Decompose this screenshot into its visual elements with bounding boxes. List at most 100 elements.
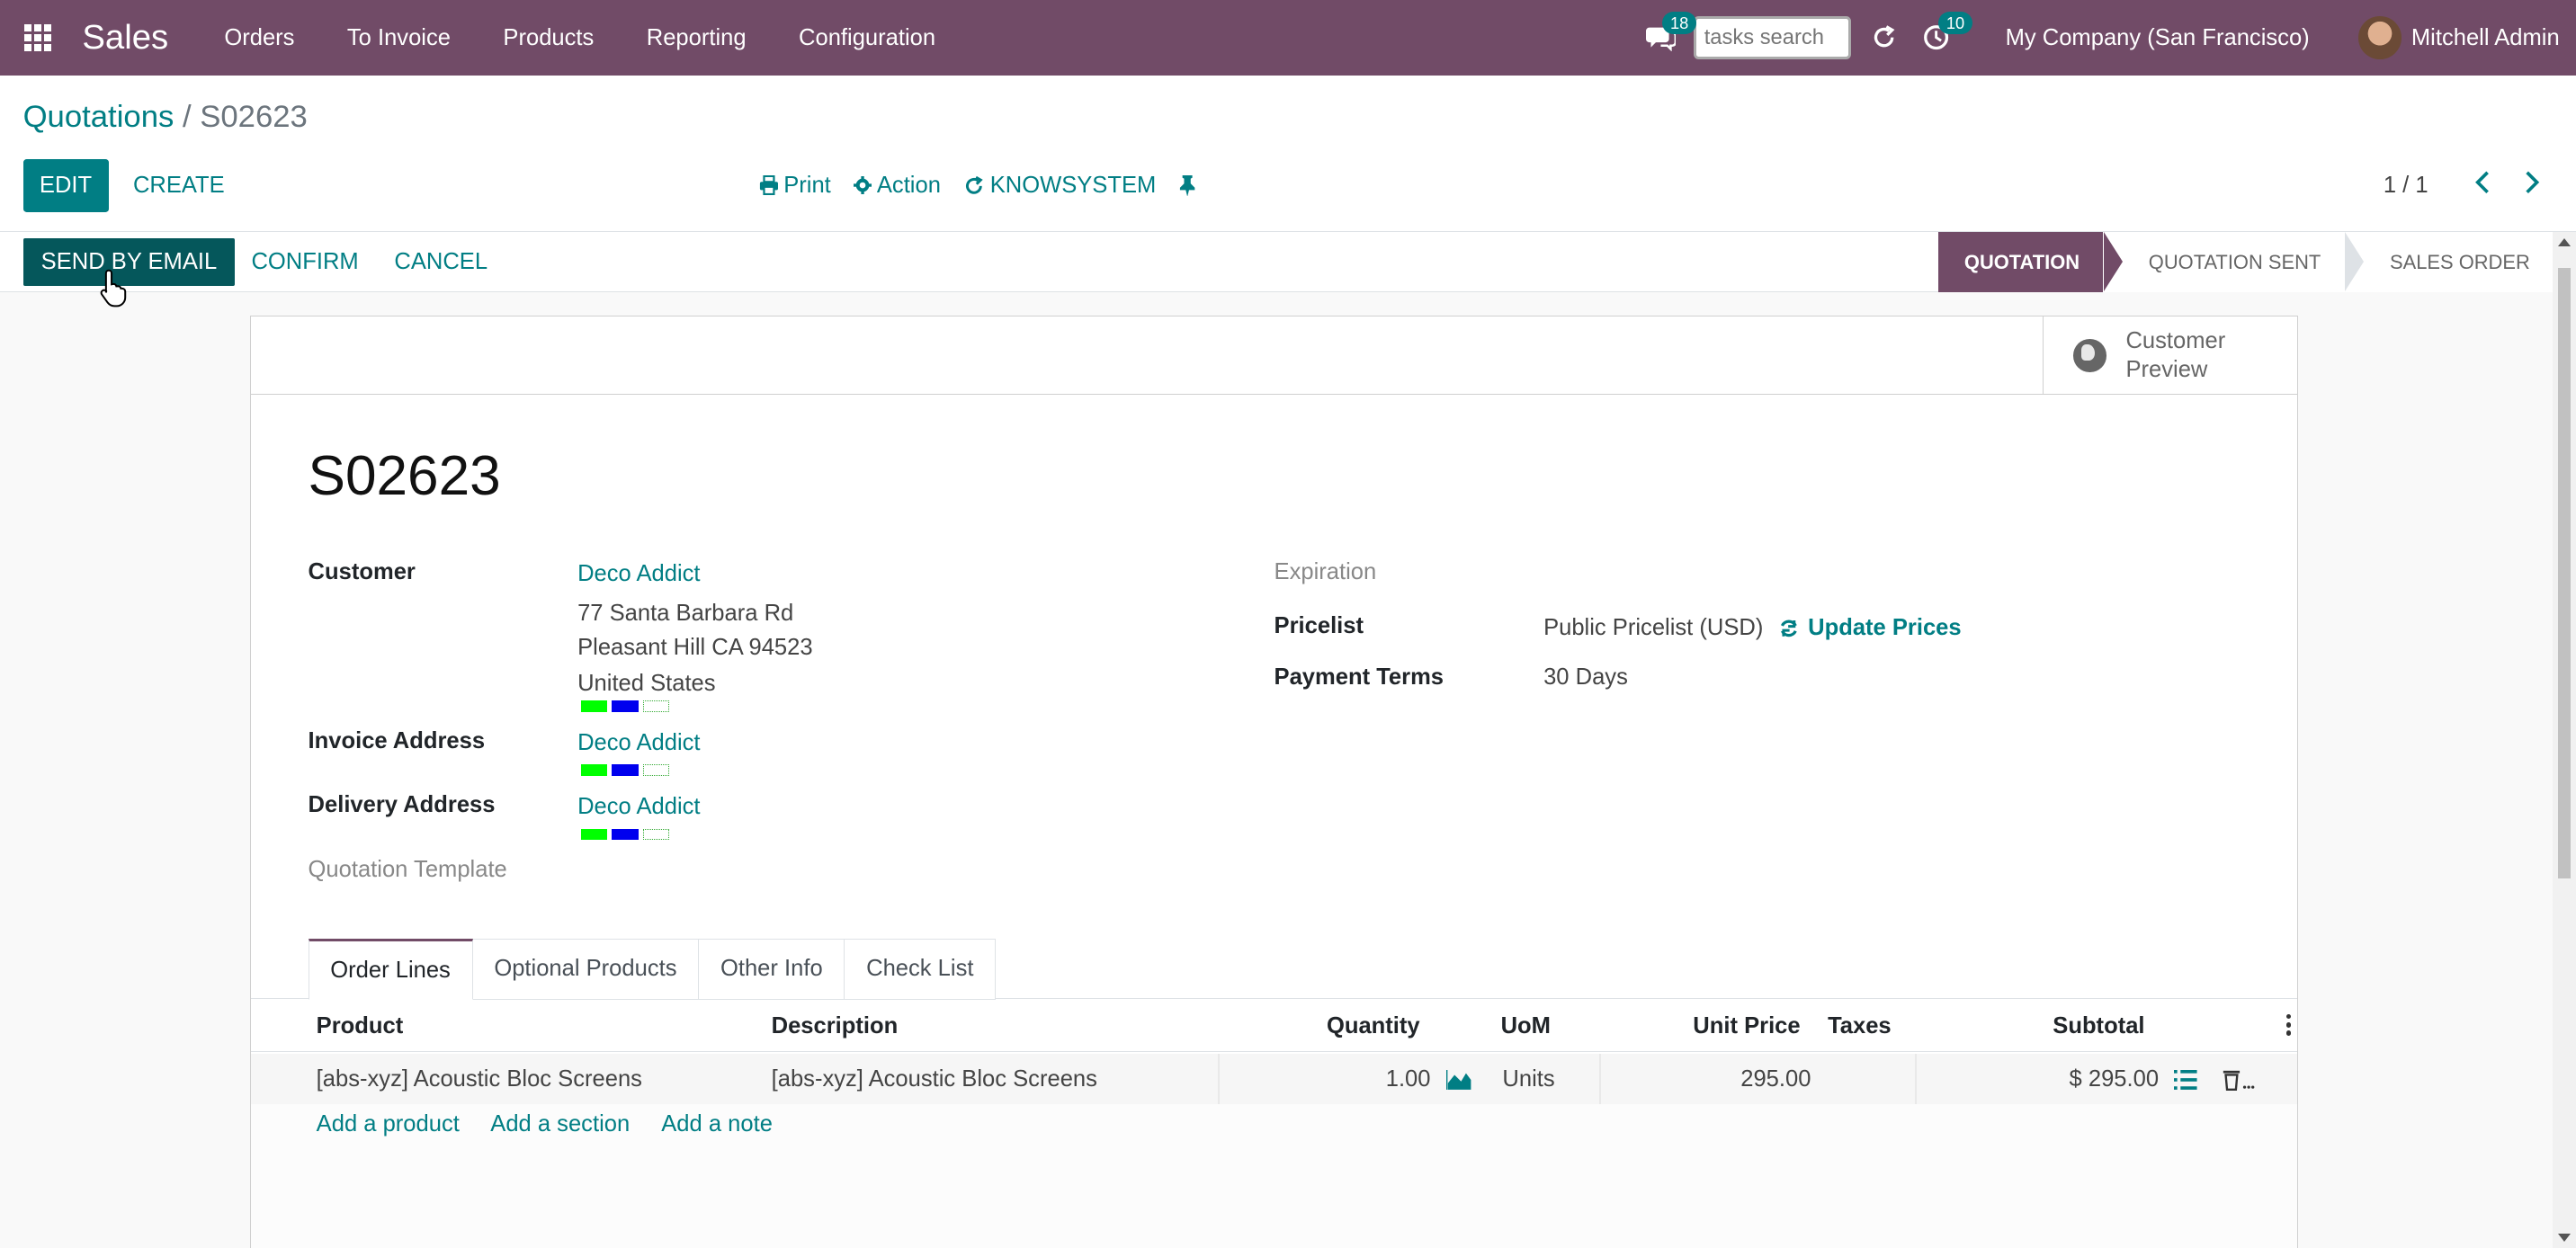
column-description[interactable]: Description (772, 1000, 899, 1052)
thumbtack-icon (1179, 174, 1195, 197)
invoice-address-tags (580, 764, 670, 777)
column-product[interactable]: Product (317, 1000, 404, 1052)
invoice-address-field[interactable]: Deco Addict (577, 730, 700, 756)
column-taxes[interactable]: Taxes (1828, 1000, 1892, 1052)
messages-button[interactable]: 18 (1634, 0, 1697, 76)
column-divider (1599, 1053, 1601, 1105)
pager-value[interactable]: 1 / 1 (2384, 159, 2428, 211)
activities-badge: 10 (1937, 11, 1973, 35)
menu-products[interactable]: Products (477, 0, 620, 76)
table-row[interactable]: [abs-xyz] Acoustic Bloc Screens [abs-xyz… (250, 1053, 2298, 1105)
add-note-link[interactable]: Add a note (661, 1111, 773, 1137)
column-uom[interactable]: UoM (1501, 1000, 1551, 1052)
user-avatar[interactable] (2358, 16, 2402, 59)
line-quantity[interactable]: 1.00 (1386, 1054, 1431, 1105)
optional-columns-icon[interactable] (2285, 1013, 2291, 1036)
breadcrumb: Quotations / S02623 (23, 100, 308, 135)
payment-terms-field[interactable]: 30 Days (1543, 664, 1628, 691)
user-menu[interactable]: Mitchell Admin (2411, 25, 2560, 51)
cancel-button[interactable]: CANCEL (394, 238, 487, 286)
action-button[interactable]: Action (854, 173, 941, 199)
customer-address-line1: 77 Santa Barbara Rd (577, 600, 794, 626)
knowsystem-label: KNOWSYSTEM (989, 172, 1157, 198)
chevron-right-icon (2525, 171, 2539, 193)
delivery-address-tags (580, 828, 670, 841)
pager-previous-button[interactable] (2474, 159, 2491, 211)
add-product-link[interactable]: Add a product (317, 1111, 460, 1137)
customer-preview-label-line1: Customer (2125, 328, 2226, 354)
knowsystem-tool-button[interactable]: KNOWSYSTEM (963, 173, 1156, 199)
tab-order-lines[interactable]: Order Lines (308, 938, 473, 1000)
add-section-link[interactable]: Add a section (490, 1111, 630, 1137)
line-product[interactable]: [abs-xyz] Acoustic Bloc Screens (317, 1054, 642, 1105)
menu-reporting[interactable]: Reporting (621, 0, 773, 76)
trash-icon[interactable] (2222, 1054, 2255, 1105)
expiration-label: Expiration (1274, 559, 1377, 584)
stage-quotation[interactable]: QUOTATION (1937, 231, 2123, 293)
quotation-template-label: Quotation Template (308, 856, 507, 882)
breadcrumb-separator: / (182, 100, 192, 135)
page-scrollbar[interactable] (2553, 231, 2576, 1248)
pin-button[interactable] (1179, 174, 1195, 197)
pricelist-label: Pricelist (1274, 613, 1364, 639)
list-details-icon[interactable] (2174, 1054, 2198, 1105)
refresh-icon (966, 175, 984, 194)
gear-icon (854, 176, 872, 195)
breadcrumb-current: S02623 (200, 100, 308, 135)
edit-button[interactable]: EDIT (22, 159, 109, 212)
tab-other-info[interactable]: Other Info (699, 938, 845, 1000)
column-divider (1218, 1053, 1221, 1105)
create-button[interactable]: CREATE (133, 159, 225, 211)
column-unit-price[interactable]: Unit Price (1693, 1000, 1800, 1052)
scroll-up-arrow-icon[interactable] (2557, 237, 2571, 246)
pager-next-button[interactable] (2524, 159, 2540, 211)
knowsystem-button[interactable] (1857, 0, 1910, 76)
notebook-tabs: Order Lines Optional Products Other Info… (308, 938, 997, 1000)
refresh-icon (1874, 25, 1895, 48)
customer-address-line3: United States (577, 671, 716, 697)
stage-sales-order[interactable]: SALES ORDER (2343, 231, 2554, 293)
customer-preview-label-line2: Preview (2125, 356, 2208, 382)
column-divider (1914, 1053, 1917, 1105)
breadcrumb-quotations[interactable]: Quotations (23, 100, 174, 134)
add-line-row: Add a product Add a section Add a note (250, 1104, 2298, 1248)
line-unit-price[interactable]: 295.00 (1740, 1054, 1811, 1105)
line-uom[interactable]: Units (1502, 1054, 1554, 1105)
apps-menu-icon[interactable] (0, 0, 76, 76)
forecast-chart-icon[interactable] (1445, 1054, 1472, 1105)
line-description[interactable]: [abs-xyz] Acoustic Bloc Screens (772, 1054, 1097, 1105)
confirm-button[interactable]: CONFIRM (251, 238, 358, 286)
scroll-down-arrow-icon[interactable] (2557, 1233, 2571, 1242)
top-navbar: Sales Orders To Invoice Products Reporti… (0, 0, 2576, 76)
customer-address-line2: Pleasant Hill CA 94523 (577, 635, 813, 661)
column-quantity[interactable]: Quantity (1327, 1000, 1420, 1052)
menu-to-invoice[interactable]: To Invoice (321, 0, 478, 76)
messages-badge: 18 (1661, 11, 1697, 35)
print-button[interactable]: Print (759, 173, 831, 199)
send-by-email-button[interactable]: SEND BY EMAIL (22, 237, 236, 286)
status-stages: QUOTATION QUOTATION SENT SALES ORDER (1937, 231, 2554, 293)
delivery-address-field[interactable]: Deco Addict (577, 794, 700, 820)
statusbar: SEND BY EMAIL CONFIRM CANCEL QUOTATION Q… (0, 231, 2576, 293)
scrollbar-thumb[interactable] (2557, 267, 2572, 879)
tab-check-list[interactable]: Check List (845, 938, 997, 1000)
activities-button[interactable]: 10 (1910, 0, 1973, 76)
column-subtotal[interactable]: Subtotal (2053, 1000, 2144, 1052)
menu-orders[interactable]: Orders (198, 0, 321, 76)
stage-quotation-sent[interactable]: QUOTATION SENT (2102, 231, 2364, 293)
menu-configuration[interactable]: Configuration (773, 0, 962, 76)
pricelist-field[interactable]: Public Pricelist (USD) (1543, 615, 1763, 641)
app-name[interactable]: Sales (82, 18, 168, 58)
form-sheet: Customer Preview S02623 Customer Deco Ad… (249, 315, 2299, 1248)
payment-terms-label: Payment Terms (1274, 664, 1445, 690)
customer-preview-button[interactable]: Customer Preview (2043, 316, 2297, 396)
customer-field[interactable]: Deco Addict (577, 561, 700, 587)
tasks-search-input[interactable] (1693, 16, 1851, 59)
print-icon (759, 175, 778, 196)
update-prices-button[interactable]: Update Prices (1778, 615, 1962, 641)
tab-optional-products[interactable]: Optional Products (472, 938, 700, 1000)
chevron-left-icon (2474, 171, 2489, 193)
company-switcher[interactable]: My Company (San Francisco) (2006, 25, 2310, 51)
order-lines-header: Product Description Quantity UoM Unit Pr… (250, 1000, 2298, 1052)
control-panel: Quotations / S02623 EDIT CREATE Print Ac… (0, 76, 2576, 232)
